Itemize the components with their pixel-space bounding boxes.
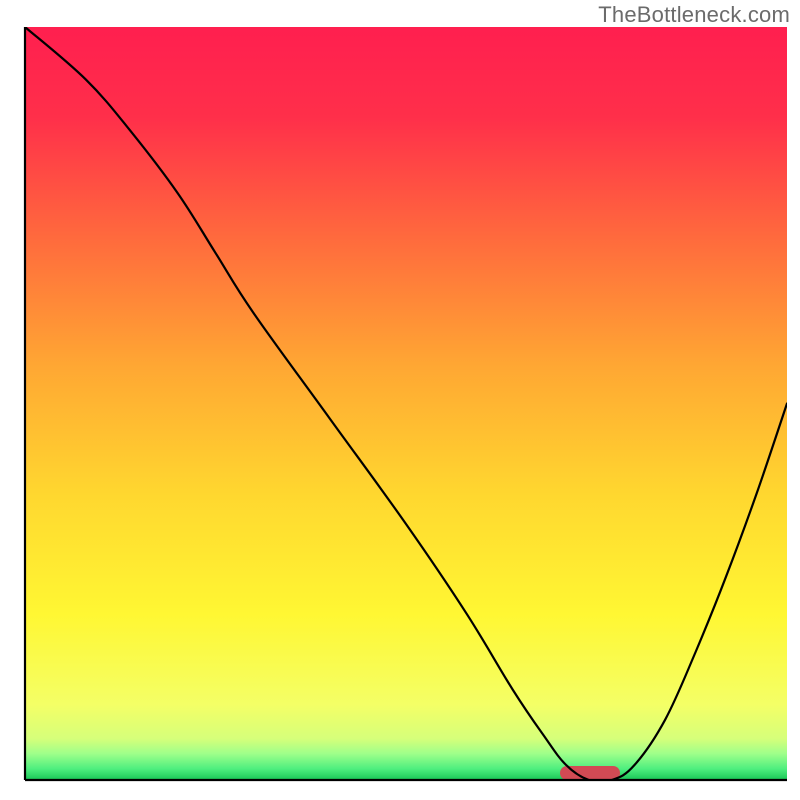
bottleneck-chart bbox=[0, 0, 800, 800]
gradient-background bbox=[25, 27, 787, 780]
watermark-text: TheBottleneck.com bbox=[598, 2, 790, 28]
chart-stage: { "watermark": "TheBottleneck.com", "plo… bbox=[0, 0, 800, 800]
